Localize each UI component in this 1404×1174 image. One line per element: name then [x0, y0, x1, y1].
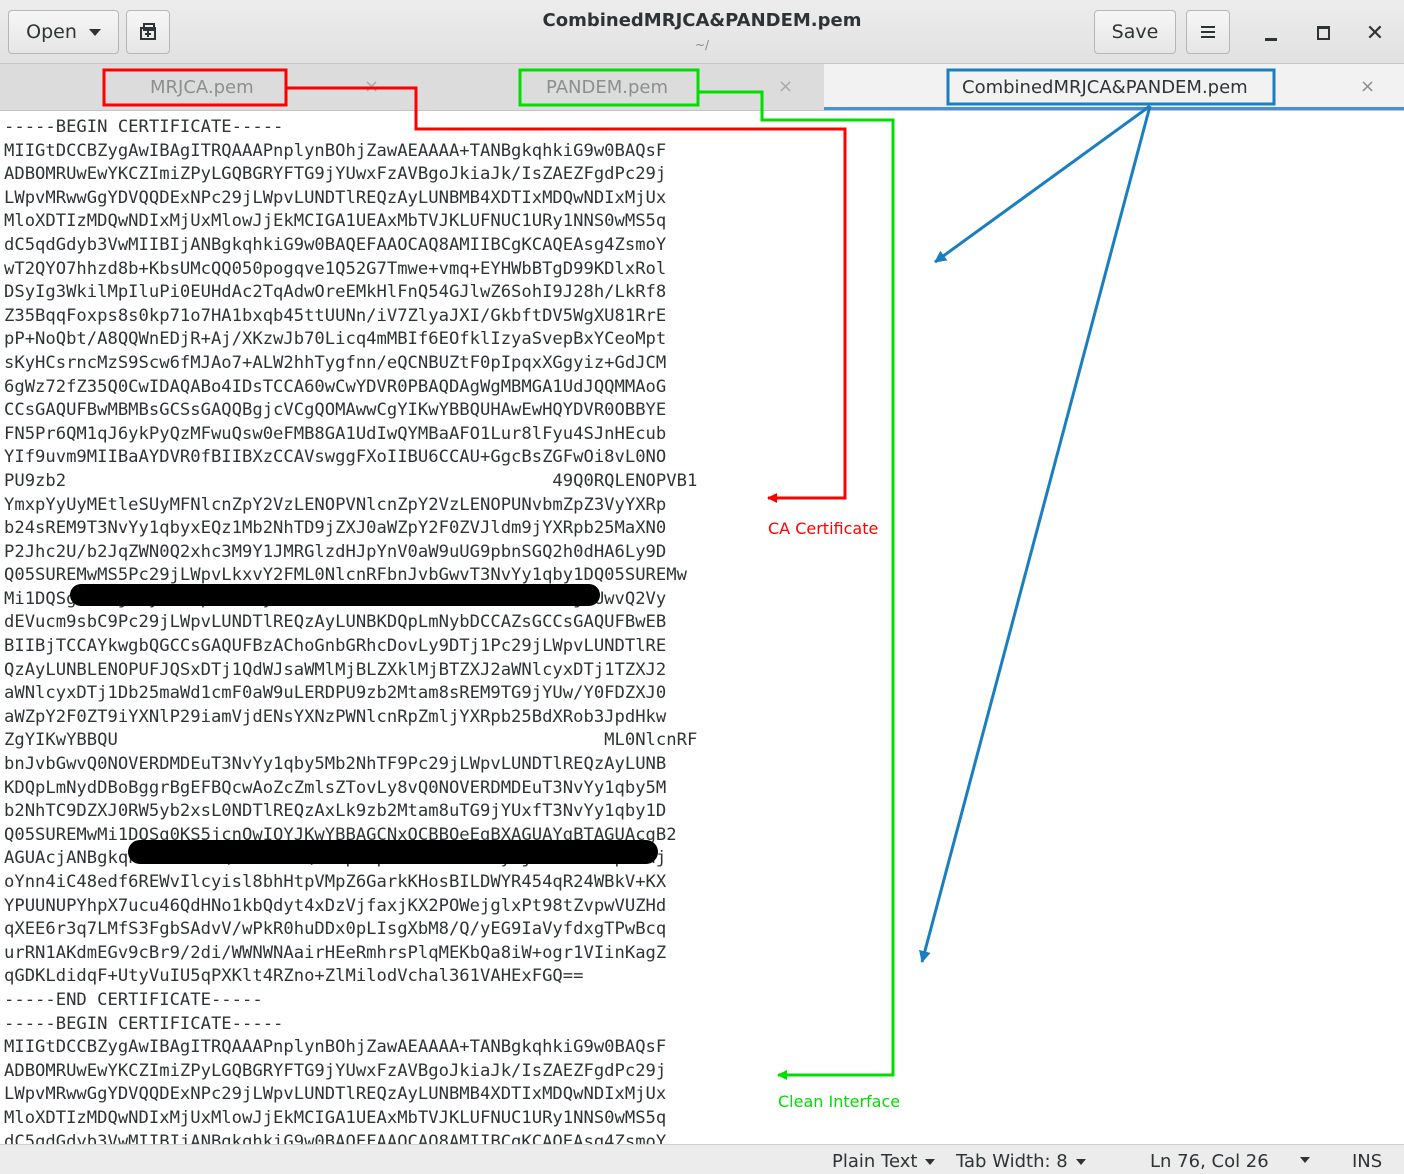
- minimize-button[interactable]: [1256, 18, 1286, 48]
- tab-width-label: Tab Width: 8: [956, 1151, 1068, 1172]
- editor-line: YIf9uvm9MIIBaAYDVR0fBIIBXzCCAVswggFXoIIB…: [4, 447, 667, 468]
- editor-line: wT2QYO7hhzd8b+KbsUMcQQ050pogqve1Q52G7Tmw…: [4, 258, 667, 279]
- cursor-position-label: Ln 76, Col 26: [1150, 1151, 1269, 1172]
- editor-line: bnJvbGwvQ0NOVERDMDEuT3NvYy1qby5Mb2NhTF9P…: [4, 754, 667, 775]
- tab-label: CombinedMRJCA&PANDEM.pem: [962, 77, 1248, 98]
- chevron-down-icon: [925, 1158, 936, 1165]
- syntax-label: Plain Text: [832, 1151, 918, 1172]
- editor-line: MIIGtDCCBZygAwIBAgITRQAAAPnplynBOhjZawAE…: [4, 1037, 667, 1058]
- editor-line: BIIBjTCCAYkwgbQGCCsGAQUFBzAChoGnbGRhcDov…: [4, 636, 667, 657]
- cursor-position: Ln 76, Col 26: [1150, 1151, 1269, 1172]
- maximize-button[interactable]: [1308, 18, 1338, 48]
- editor-line: aWZpY2F0ZT9iYXNlP29iamVjdENsYXNzPWNlcnRp…: [4, 706, 667, 727]
- insert-mode-label: INS: [1352, 1151, 1383, 1172]
- tab-bar: MRJCA.pem × PANDEM.pem × CombinedMRJCA&P…: [0, 64, 1404, 111]
- editor-line: P2Jhc2U/b2JqZWN0Q2xhc3M9Y1JMRGlzdHJpYnV0…: [4, 541, 667, 562]
- chevron-down-icon: [1075, 1158, 1086, 1165]
- editor-line: CCsGAQUFBwMBMBsGCSsGAQQBgjcVCgQOMAwwCgYI…: [4, 400, 667, 421]
- editor-line: ADBOMRUwEwYKCZImiZPyLGQBGRYFTG9jYUwxFzAV…: [4, 1060, 667, 1081]
- tab-close-icon[interactable]: ×: [778, 76, 793, 97]
- tab-mrjca[interactable]: MRJCA.pem ×: [0, 64, 412, 110]
- close-icon: ✕: [1365, 20, 1385, 46]
- status-bar: Plain Text Tab Width: 8 Ln 76, Col 26 IN…: [0, 1144, 1404, 1174]
- editor-line: aWNlcyxDTj1Db25maWd1cmF0aW9uLERDPU9zb2Mt…: [4, 683, 667, 704]
- open-button-label: Open: [26, 21, 77, 43]
- editor-line: LWpvMRwwGgYDVQQDExNPc29jLWpvLUNDTlREQzAy…: [4, 1084, 667, 1105]
- editor-line: QzAyLUNBLENOPUFJQSxDTj1QdWJsaWMlMjBLZXkl…: [4, 659, 667, 680]
- editor-line: ZgYIKwYBBQU ML0NlcnRF: [4, 730, 698, 751]
- editor-line: MloXDTIzMDQwNDIxMjUxMlowJjEkMCIGA1UEAxMb…: [4, 211, 667, 232]
- new-tab-icon: [140, 23, 156, 40]
- syntax-mode-selector[interactable]: Plain Text: [832, 1151, 936, 1172]
- editor-line: b24sREM9T3NvYy1qbyxEQz1Mb2NhTD9jZXJ0aWZp…: [4, 518, 667, 539]
- editor-line: MloXDTIzMDQwNDIxMjUxMlowJjEkMCIGA1UEAxMb…: [4, 1107, 667, 1128]
- position-menu-button[interactable]: [1300, 1157, 1310, 1163]
- editor-line: sKyHCsrncMzS9Scw6fMJAo7+ALW2hhTygfnn/eQC…: [4, 352, 667, 373]
- editor-line: -----BEGIN CERTIFICATE-----: [4, 1013, 284, 1034]
- tab-pandem[interactable]: PANDEM.pem ×: [412, 64, 824, 110]
- insert-mode-indicator: INS: [1352, 1151, 1382, 1172]
- window-subtitle: ~/: [694, 38, 710, 52]
- tab-combined-active[interactable]: CombinedMRJCA&PANDEM.pem ×: [824, 64, 1404, 110]
- editor-line: KDQpLmNydDBoBggrBgEFBQcwAoZcZmlsZTovLy8v…: [4, 777, 667, 798]
- editor-line: pP+NoQbt/A8QQWnEDjR+Aj/XKzwJb70Licq4mMBI…: [4, 329, 667, 350]
- tab-label: MRJCA.pem: [150, 77, 254, 98]
- header-bar: Open CombinedMRJCA&PANDEM.pem ~/ Save ✕: [0, 0, 1404, 64]
- editor-line: YmxpYyUyMEtleSUyMFNlcnZpY2VzLENOPVNlcnZp…: [4, 494, 667, 515]
- editor-line: qXEE6r3q7LMfS3FgbSAdvV/wPkR0huDDx0pLIsgX…: [4, 919, 667, 940]
- editor-line: DSyIg3WkilMpIluPi0EUHdAc2TqAdwOreEMkHlFn…: [4, 282, 667, 303]
- editor-line: -----BEGIN CERTIFICATE-----: [4, 117, 284, 137]
- maximize-icon: [1316, 26, 1330, 40]
- editor-line: ADBOMRUwEwYKCZImiZPyLGQBGRYFTG9jYUwxFzAV…: [4, 164, 667, 185]
- tab-close-icon[interactable]: ×: [1360, 76, 1375, 97]
- editor-line: b2NhTC9DZXJ0RW5yb2xsL0NDTlREQzAxLk9zb2Mt…: [4, 801, 667, 822]
- chevron-down-icon: [88, 28, 101, 36]
- window-title: CombinedMRJCA&PANDEM.pem: [542, 10, 862, 31]
- save-button[interactable]: Save: [1094, 10, 1176, 54]
- editor-line: urRN1AKdmEGv9cBr9/2di/WWNWNAairHEeRmhrsP…: [4, 942, 667, 963]
- new-document-button[interactable]: [126, 10, 170, 54]
- hamburger-menu-icon: [1201, 26, 1215, 38]
- editor-line: dC5qdGdyb3VwMIIBIjANBgkqhkiG9w0BAQEFAAOC…: [4, 1131, 667, 1144]
- editor-line: MIIGtDCCBZygAwIBAgITRQAAAPnplynBOhjZawAE…: [4, 140, 667, 161]
- editor-line: oYnn4iC48edf6REWvIlcyisl8bhHtpVMpZ6GarkK…: [4, 872, 667, 892]
- tab-label: PANDEM.pem: [546, 77, 669, 98]
- editor-line: qGDKLdidqF+UtyVuIU5qPXKlt4RZno+ZlMilodVc…: [4, 966, 584, 987]
- text-editor[interactable]: -----BEGIN CERTIFICATE----- MIIGtDCCBZygA…: [0, 112, 1404, 1144]
- menu-button[interactable]: [1186, 10, 1230, 54]
- editor-line: YPUUNUPYhpX7ucu46QdHNo1kbQdyt4xDzVjfaxjK…: [4, 895, 667, 916]
- editor-line: -----END CERTIFICATE-----: [4, 989, 263, 1010]
- editor-line: LWpvMRwwGgYDVQQDExNPc29jLWpvLUNDTlREQzAy…: [4, 187, 667, 208]
- chevron-down-icon: [1300, 1157, 1310, 1163]
- editor-line: dC5qdGdyb3VwMIIBIjANBgkqhkiG9w0BAQEFAAOC…: [4, 234, 667, 255]
- editor-text: -----BEGIN CERTIFICATE----- MIIGtDCCBZygA…: [4, 116, 760, 1144]
- editor-line: PU9zb2 49Q0RQLENOPVB1: [4, 470, 698, 491]
- tab-width-selector[interactable]: Tab Width: 8: [956, 1151, 1086, 1172]
- minimize-icon: [1265, 37, 1277, 41]
- tab-close-icon[interactable]: ×: [364, 76, 379, 97]
- editor-line: Z35BqqFoxps8s0kp71o7HA1bxqb45ttUUNn/iV7Z…: [4, 305, 667, 326]
- editor-line: FN5Pr6QM1qJ6ykPyQzMFwuQsw0eFMB8GA1UdIwQY…: [4, 423, 667, 444]
- editor-line: 6gWz72fZ35Q0CwIDAQABo4IDsTCCA60wCwYDVR0P…: [4, 376, 667, 397]
- open-button[interactable]: Open: [8, 10, 119, 54]
- redaction-bar: [128, 840, 658, 864]
- close-window-button[interactable]: ✕: [1360, 18, 1390, 48]
- redaction-bar: [70, 584, 600, 606]
- editor-line: dEVucm9sbC9Pc29jLWpvLUNDTlREQzAyLUNBKDQp…: [4, 612, 667, 633]
